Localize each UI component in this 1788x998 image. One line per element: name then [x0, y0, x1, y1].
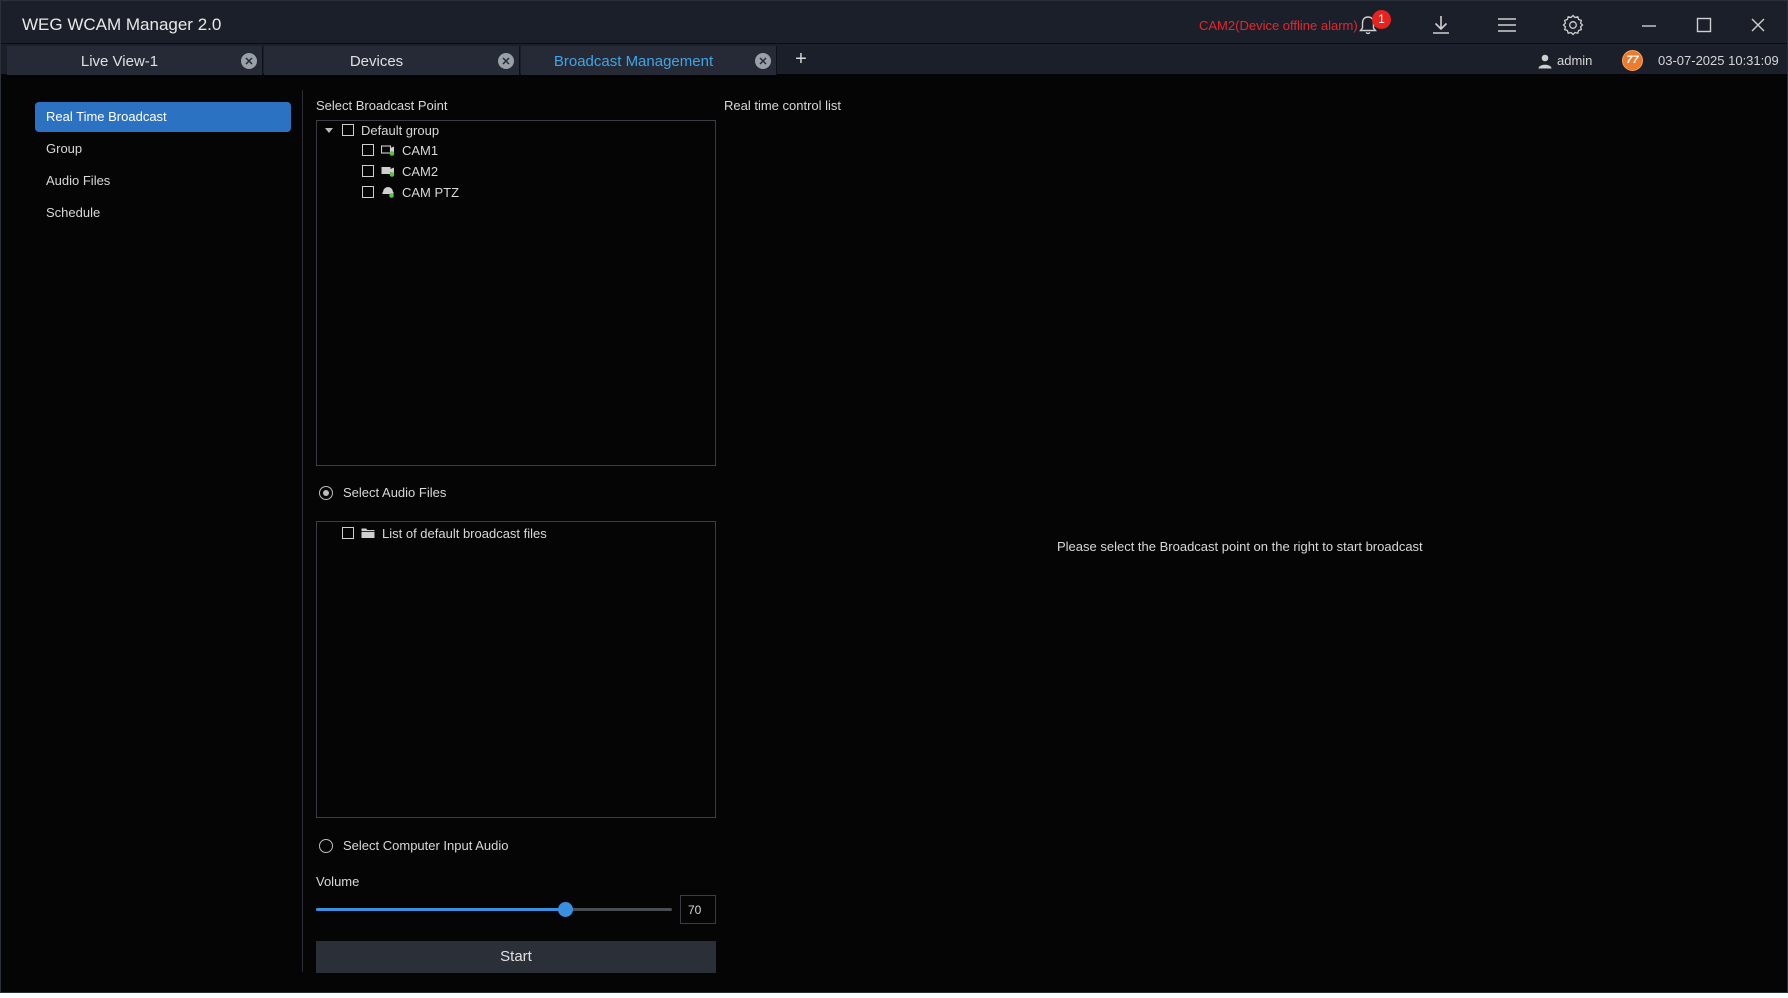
device-checkbox[interactable]	[362, 186, 374, 198]
camera-offline-icon	[381, 167, 395, 177]
device-checkbox[interactable]	[362, 165, 374, 177]
tab-close-icon[interactable]	[755, 53, 771, 69]
control-list-label: Real time control list	[724, 98, 842, 113]
sidebar-item-audio-files[interactable]: Audio Files	[35, 166, 291, 196]
device-checkbox[interactable]	[362, 144, 374, 156]
volume-slider[interactable]	[316, 902, 672, 917]
device-label: CAM1	[402, 142, 439, 158]
tree-device-row: CAM2	[362, 162, 438, 180]
volume-label: Volume	[316, 874, 360, 889]
add-tab-icon[interactable]: +	[790, 48, 812, 70]
radio-label: Select Audio Files	[343, 485, 447, 500]
volume-slider-thumb[interactable]	[558, 902, 573, 917]
volume-value-input[interactable]	[680, 895, 716, 924]
group-label: Default group	[361, 122, 440, 138]
device-label: CAM PTZ	[402, 184, 460, 200]
audio-files-list: List of default broadcast files	[316, 521, 716, 818]
tree-device-row: CAM1	[362, 141, 438, 159]
sidebar-item-real-time-broadcast[interactable]: Real Time Broadcast	[35, 102, 291, 132]
app-window: WEG WCAM Manager 2.0 CAM2(Device offline…	[0, 0, 1788, 993]
tree-group-row: Default group	[325, 121, 439, 139]
close-icon[interactable]	[1746, 13, 1770, 37]
download-icon[interactable]	[1429, 13, 1453, 37]
tab-label: Broadcast Management	[553, 53, 714, 70]
user-name[interactable]: admin	[1557, 53, 1592, 68]
file-list-row: List of default broadcast files	[342, 524, 547, 542]
device-label: CAM2	[402, 163, 439, 179]
tab-close-icon[interactable]	[241, 53, 257, 69]
file-list-label: List of default broadcast files	[382, 525, 547, 541]
broadcast-point-label: Select Broadcast Point	[316, 98, 448, 113]
camera-online-icon	[381, 145, 395, 156]
alarm-count-badge: 1	[1372, 10, 1391, 29]
tab-label: Live View-1	[80, 53, 159, 70]
ptz-camera-icon	[382, 187, 394, 198]
volume-slider-fill	[316, 908, 565, 911]
tree-device-row: CAM PTZ	[362, 183, 459, 201]
tab-bar: Live View-1 Devices Broadcast Management…	[1, 43, 1787, 75]
tab-live-view[interactable]: Live View-1	[7, 46, 263, 75]
sidebar-item-schedule[interactable]: Schedule	[35, 198, 291, 228]
menu-icon[interactable]	[1495, 13, 1519, 37]
alarm-message[interactable]: CAM2(Device offline alarm)	[1199, 18, 1358, 33]
maximize-icon[interactable]	[1692, 13, 1716, 37]
radio-button[interactable]	[319, 485, 333, 500]
folder-icon	[361, 528, 375, 538]
title-bar: WEG WCAM Manager 2.0 CAM2(Device offline…	[1, 1, 1787, 43]
select-computer-input-radio[interactable]: Select Computer Input Audio	[319, 838, 509, 853]
sidebar-item-group[interactable]: Group	[35, 134, 291, 164]
control-list-hint: Please select the Broadcast point on the…	[1057, 539, 1423, 554]
tab-devices[interactable]: Devices	[264, 46, 520, 75]
select-audio-files-radio[interactable]: Select Audio Files	[319, 485, 446, 500]
cpu-usage-badge: 77	[1622, 50, 1643, 71]
sidebar-divider	[302, 90, 303, 972]
app-title: WEG WCAM Manager 2.0	[22, 15, 222, 34]
datetime: 03-07-2025 10:31:09	[1658, 53, 1779, 68]
settings-icon[interactable]	[1561, 13, 1585, 37]
minimize-icon[interactable]	[1637, 13, 1661, 37]
expand-caret-icon[interactable]	[325, 127, 333, 133]
tab-close-icon[interactable]	[498, 53, 514, 69]
user-icon	[1538, 54, 1552, 69]
group-checkbox[interactable]	[342, 124, 354, 136]
sidebar: Real Time Broadcast Group Audio Files Sc…	[35, 102, 291, 230]
radio-label: Select Computer Input Audio	[343, 838, 509, 853]
tab-broadcast-management[interactable]: Broadcast Management	[521, 46, 777, 75]
start-button[interactable]: Start	[316, 941, 716, 973]
radio-button[interactable]	[319, 838, 333, 853]
broadcast-point-tree: Default group CAM1 CAM2 CAM PTZ	[316, 120, 716, 466]
file-list-checkbox[interactable]	[342, 527, 354, 539]
tab-label: Devices	[349, 53, 404, 70]
